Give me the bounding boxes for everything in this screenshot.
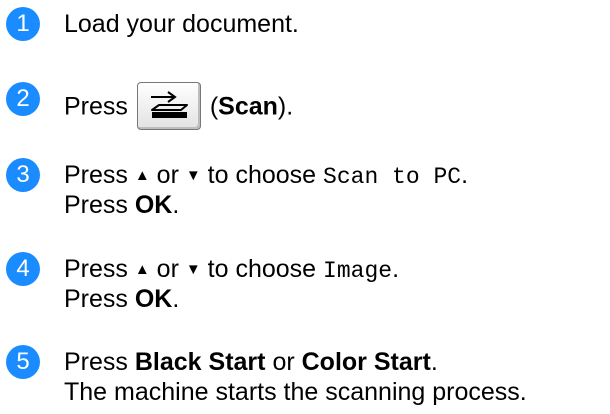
step-number-badge: 2 <box>6 82 40 116</box>
up-arrow-icon: ▲ <box>134 261 150 278</box>
or-text: or <box>272 348 295 376</box>
press-text: Press <box>64 161 128 189</box>
step-number-badge: 4 <box>6 252 40 286</box>
step-number-badge: 1 <box>6 7 40 41</box>
step-number-badge: 3 <box>6 158 40 192</box>
menu-option: Scan to PC <box>323 164 462 190</box>
period: . <box>392 255 400 283</box>
period: . <box>430 348 438 376</box>
press-text: Press <box>64 285 128 313</box>
step-text-line-2: The machine starts the scanning process. <box>64 377 527 407</box>
load-document-text: Load your document. <box>64 10 299 38</box>
down-arrow-icon: ▼ <box>185 261 201 278</box>
paren-open: ( <box>209 92 219 121</box>
down-arrow-icon: ▼ <box>185 167 201 184</box>
step-text-line-1: Press Black Start or Color Start. <box>64 347 438 377</box>
step-text-line-1: Press ▲ or ▼ to choose Image. <box>64 254 399 286</box>
ok-label: OK <box>134 285 173 313</box>
ok-label: OK <box>134 191 173 219</box>
black-start-label: Black Start <box>134 348 266 376</box>
step-text-line-2: Press OK. <box>64 284 179 314</box>
step-text: Load your document. <box>64 9 299 39</box>
press-text: Press <box>64 191 128 219</box>
press-text: Press <box>64 92 128 121</box>
press-text: Press <box>64 255 128 283</box>
period: . <box>172 285 180 313</box>
paren-close: ). <box>277 92 294 121</box>
machine-starts-text: The machine starts the scanning process. <box>64 378 527 406</box>
period: . <box>172 191 180 219</box>
step-text-line-2: Press OK. <box>64 190 179 220</box>
press-text: Press <box>64 348 128 376</box>
step-text: Press (Scan). <box>64 82 294 132</box>
step-text-line-1: Press ▲ or ▼ to choose Scan to PC. <box>64 160 468 192</box>
step-number-badge: 5 <box>6 345 40 379</box>
period: . <box>461 161 469 189</box>
scan-icon <box>150 91 188 118</box>
or-text: or <box>156 255 179 283</box>
to-choose-text: to choose <box>207 161 317 189</box>
scan-label: Scan <box>218 92 278 121</box>
or-text: or <box>156 161 179 189</box>
color-start-label: Color Start <box>301 348 431 376</box>
menu-option: Image <box>323 258 393 284</box>
scan-button[interactable] <box>136 82 201 130</box>
to-choose-text: to choose <box>207 255 317 283</box>
up-arrow-icon: ▲ <box>134 167 150 184</box>
